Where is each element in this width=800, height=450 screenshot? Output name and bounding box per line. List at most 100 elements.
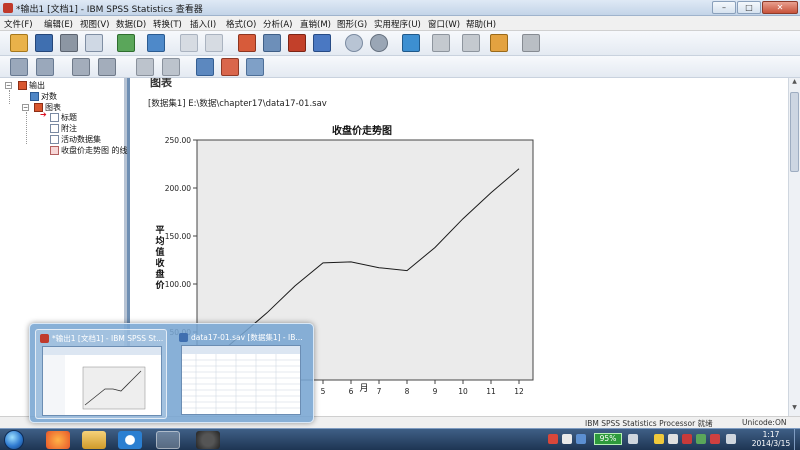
tray-device-icon[interactable] [628, 434, 638, 444]
chart-y-label-char: 均 [155, 235, 164, 247]
spss-taskbar-icon[interactable] [156, 431, 180, 449]
chart-y-label-char: 盘 [155, 268, 164, 280]
menu-edit[interactable]: 编辑(E) [44, 18, 73, 30]
outline-item-title[interactable]: 标题 [50, 112, 77, 123]
menu-direct-marketing[interactable]: 直销(M) [300, 18, 331, 30]
collapse-graph-toggle[interactable]: − [22, 104, 29, 111]
window-title: *输出1 [文档1] - IBM SPSS Statistics 查看器 [16, 5, 203, 15]
active-dataset-icon [50, 135, 59, 144]
show-all-variables-icon[interactable] [370, 34, 388, 52]
chart-y-tick-label: 150.00 [165, 232, 191, 241]
menu-insert[interactable]: 插入(I) [190, 18, 216, 30]
tray-warning-icon[interactable] [654, 434, 664, 444]
vertical-scrollbar[interactable]: ▲ ▼ [788, 78, 800, 416]
menu-data[interactable]: 数据(D) [116, 18, 146, 30]
scroll-up-arrow-icon[interactable]: ▲ [789, 78, 800, 90]
explorer-folder-icon[interactable] [82, 431, 106, 449]
taskbar-thumbnail-preview: *输出1 [文档1] - IBM SPSS St... data17-01.sa… [29, 323, 314, 423]
chart-y-label-char: 平 [155, 225, 164, 236]
tray-security-icon[interactable] [682, 434, 692, 444]
undo-icon[interactable] [180, 34, 198, 52]
chart-x-tick-label: 6 [349, 387, 354, 396]
menu-analyze[interactable]: 分析(A) [263, 18, 292, 30]
media-player-icon[interactable] [46, 431, 70, 449]
hide-output-icon[interactable] [490, 34, 508, 52]
designate-window-icon[interactable] [432, 34, 450, 52]
minimize-button[interactable]: – [712, 1, 736, 14]
clock-time: 1:17 [762, 430, 780, 439]
export-icon[interactable] [117, 34, 135, 52]
chart-x-tick-label: 9 [433, 387, 438, 396]
chart-x-axis-label: 月 [359, 383, 368, 394]
open-folder-icon[interactable] [10, 34, 28, 52]
preview-data-editor-window[interactable]: data17-01.sav [数据集1] - IB... [175, 329, 307, 419]
save-icon[interactable] [35, 34, 53, 52]
menu-help[interactable]: 帮助(H) [466, 18, 496, 30]
title-bar: *输出1 [文档1] - IBM SPSS Statistics 查看器 – □… [0, 0, 800, 16]
print-icon[interactable] [60, 34, 78, 52]
battery-indicator[interactable]: 95% [594, 433, 622, 445]
chart-x-tick-label: 5 [321, 387, 326, 396]
main-toolbar [0, 31, 800, 56]
insert-heading-icon[interactable] [196, 58, 214, 76]
start-button-icon[interactable] [4, 430, 24, 450]
collapse-minus-icon[interactable] [98, 58, 116, 76]
show-icon[interactable] [136, 58, 154, 76]
menu-graphs[interactable]: 图形(G) [337, 18, 367, 30]
insert-text-icon[interactable] [246, 58, 264, 76]
script-icon[interactable] [522, 34, 540, 52]
chart-y-axis: 50.00100.00150.00200.00250.00 [165, 136, 197, 337]
outline-item-line-chart[interactable]: 收盘价走势图 的线 [50, 145, 128, 156]
maximize-button[interactable]: □ [737, 1, 761, 14]
tray-app-icon[interactable] [668, 434, 678, 444]
demote-arrow-right-icon[interactable] [36, 58, 54, 76]
goto-case-icon[interactable] [263, 34, 281, 52]
sogou-browser-icon[interactable] [118, 431, 142, 449]
expand-plus-icon[interactable] [72, 58, 90, 76]
hide-icon[interactable] [162, 58, 180, 76]
goto-data-icon[interactable] [238, 34, 256, 52]
outline-item-active-dataset[interactable]: 活动数据集 [50, 134, 101, 145]
menu-utilities[interactable]: 实用程序(U) [374, 18, 421, 30]
tray-help-icon[interactable] [576, 434, 586, 444]
chart-x-tick-label: 8 [405, 387, 410, 396]
tray-network-icon[interactable] [696, 434, 706, 444]
spell-check-icon[interactable] [402, 34, 420, 52]
chart-y-tick-label: 250.00 [165, 136, 191, 145]
recall-dialog-icon[interactable] [147, 34, 165, 52]
chart-y-tick-label: 100.00 [165, 280, 191, 289]
menu-window[interactable]: 窗口(W) [428, 18, 460, 30]
scroll-down-arrow-icon[interactable]: ▼ [789, 404, 800, 416]
promote-arrow-left-icon[interactable] [10, 58, 28, 76]
redo-icon[interactable] [205, 34, 223, 52]
collapse-root-toggle[interactable]: − [5, 82, 12, 89]
use-variable-sets-icon[interactable] [345, 34, 363, 52]
scroll-thumb[interactable] [790, 92, 799, 172]
menu-view[interactable]: 视图(V) [80, 18, 109, 30]
goto-variable-icon[interactable] [288, 34, 306, 52]
tray-flag-icon[interactable] [710, 434, 720, 444]
insert-title-icon[interactable] [221, 58, 239, 76]
tray-volume-icon[interactable] [726, 434, 736, 444]
menu-file[interactable]: 文件(F) [4, 18, 33, 30]
camera-app-icon[interactable] [196, 431, 220, 449]
print-preview-icon[interactable] [85, 34, 103, 52]
window-controls: – □ ✕ [712, 1, 798, 14]
outline-item-notes[interactable]: 附注 [50, 123, 77, 134]
close-button[interactable]: ✕ [762, 1, 798, 14]
variables-icon[interactable] [313, 34, 331, 52]
preview-output-thumbnail [42, 346, 162, 416]
show-output-icon[interactable] [462, 34, 480, 52]
preview-output-window[interactable]: *输出1 [文档1] - IBM SPSS St... [35, 329, 167, 419]
outline-root[interactable]: 输出 [18, 80, 45, 91]
menu-format[interactable]: 格式(O) [226, 18, 256, 30]
chart-x-tick-label: 12 [514, 387, 524, 396]
tray-s-icon[interactable] [548, 434, 558, 444]
tray-keyboard-icon[interactable] [562, 434, 572, 444]
title-icon [50, 113, 59, 122]
system-clock[interactable]: 1:17 2014/3/15 [745, 430, 797, 448]
chart-x-tick-label: 10 [458, 387, 468, 396]
menu-transform[interactable]: 转换(T) [153, 18, 182, 30]
show-desktop-button[interactable] [794, 429, 800, 450]
outline-log[interactable]: 对数 [30, 91, 57, 102]
